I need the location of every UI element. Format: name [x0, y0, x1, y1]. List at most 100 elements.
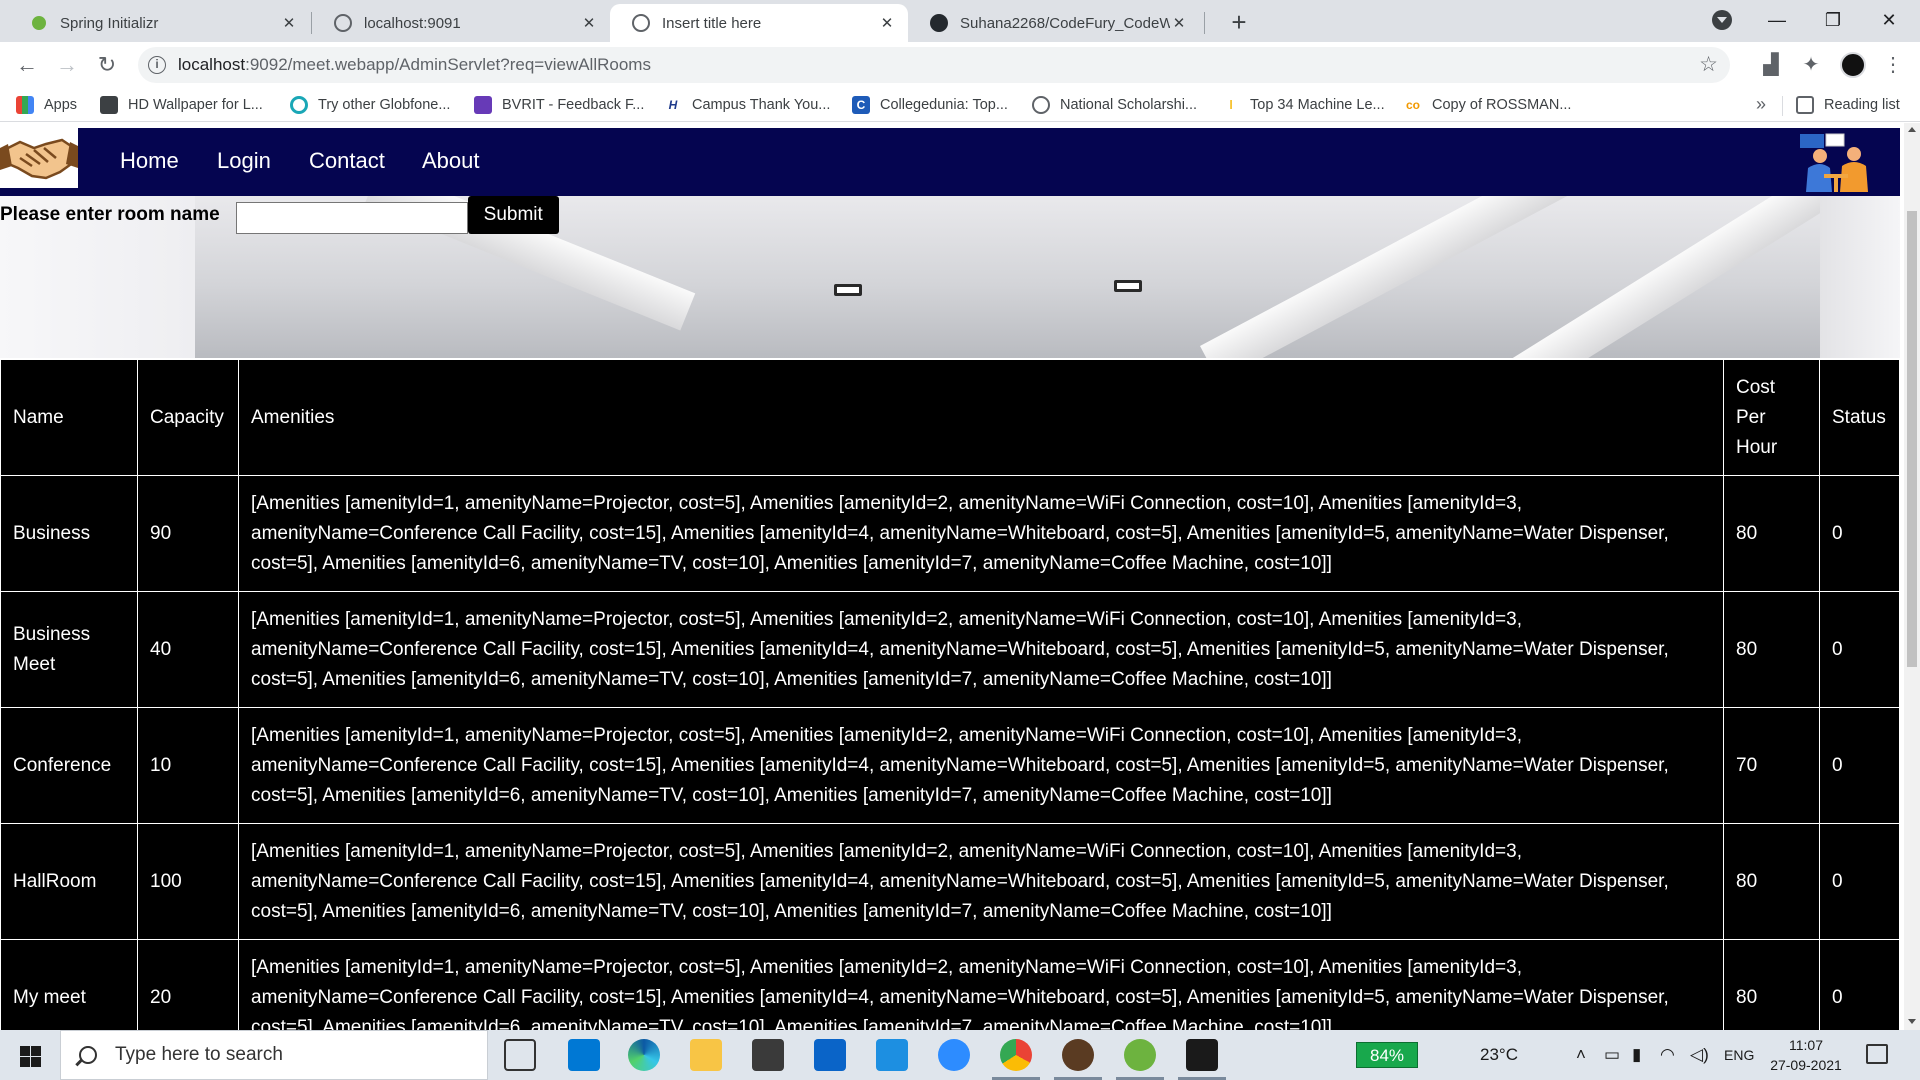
reading-list-button[interactable]: Reading list: [1796, 94, 1900, 116]
bookmark-top-34-ml[interactable]: ǀ Top 34 Machine Le...: [1222, 94, 1385, 116]
eclipse-icon[interactable]: [1054, 1039, 1102, 1080]
tab-divider: [1204, 12, 1205, 34]
tab-insert-title-here[interactable]: Insert title here ✕: [610, 4, 908, 42]
colab-icon: co: [1404, 96, 1422, 114]
reload-icon[interactable]: ↻: [92, 50, 122, 80]
header-status: Status: [1819, 359, 1900, 476]
language-indicator[interactable]: ENG: [1724, 1047, 1754, 1063]
taskbar-search-box[interactable]: Type here to search: [60, 1030, 488, 1080]
minimize-button[interactable]: —: [1746, 0, 1808, 40]
back-icon[interactable]: ←: [12, 50, 42, 80]
scroll-down-icon[interactable]: [1908, 1019, 1916, 1024]
tab-spring-initializr[interactable]: Spring Initializr ✕: [8, 4, 310, 42]
submit-button[interactable]: Submit: [467, 196, 559, 234]
cortana-icon[interactable]: [568, 1039, 600, 1071]
scroll-up-icon[interactable]: [1908, 127, 1916, 132]
bookmark-label: Copy of ROSSMAN...: [1432, 97, 1572, 113]
cell-capacity: 100: [137, 823, 239, 940]
mail-icon[interactable]: [814, 1039, 846, 1071]
menu-kebab-icon[interactable]: ⋮: [1880, 52, 1906, 78]
weather-temperature[interactable]: 23°C: [1480, 1045, 1518, 1065]
battery-indicator[interactable]: 84%: [1356, 1042, 1418, 1068]
bookmark-star-icon[interactable]: ☆: [1699, 52, 1718, 77]
tab-title: Insert title here: [662, 14, 762, 32]
device-icon[interactable]: ▭: [1604, 1045, 1620, 1065]
bookmark-label: National Scholarshi...: [1060, 97, 1198, 113]
wifi-icon[interactable]: ◠: [1660, 1045, 1675, 1065]
extensions-puzzle-icon[interactable]: ✦: [1798, 52, 1824, 78]
mysql-icon[interactable]: [1178, 1039, 1226, 1080]
bookmark-globfone[interactable]: Try other Globfone...: [290, 94, 450, 116]
windows-taskbar: Type here to search 84% 23°C ˄ ▭ ▮ ◠ ◁) …: [0, 1030, 1920, 1080]
bookmark-bvrit[interactable]: BVRIT - Feedback F...: [474, 94, 644, 116]
bookmark-hd-wallpaper[interactable]: HD Wallpaper for L...: [100, 94, 263, 116]
chrome-icon[interactable]: [992, 1039, 1040, 1080]
page-scrollbar[interactable]: [1904, 123, 1920, 1030]
close-icon[interactable]: ✕: [878, 14, 896, 32]
info-icon[interactable]: i: [148, 56, 166, 74]
bookmark-collegedunia[interactable]: C Collegedunia: Top...: [852, 94, 1008, 116]
nav-login-link[interactable]: Login: [217, 148, 271, 174]
close-icon[interactable]: ✕: [1170, 14, 1188, 32]
cell-status: 0: [1819, 591, 1900, 708]
tab-search-icon[interactable]: [1712, 10, 1732, 30]
hi-icon: H: [664, 96, 682, 114]
cell-status: 0: [1819, 475, 1900, 592]
cell-cost: 80: [1723, 475, 1820, 592]
reading-list-icon: [1796, 96, 1814, 114]
windows-start-icon[interactable]: [0, 1030, 60, 1080]
edge-icon[interactable]: [628, 1039, 660, 1071]
bookmark-campus[interactable]: H Campus Thank You...: [664, 94, 830, 116]
bookmarks-overflow-icon[interactable]: »: [1756, 94, 1766, 115]
nav-home-link[interactable]: Home: [120, 148, 179, 174]
maximize-button[interactable]: ❐: [1802, 0, 1864, 40]
globe-icon: [334, 14, 352, 32]
l-app-icon[interactable]: [876, 1039, 908, 1071]
new-tab-button[interactable]: +: [1222, 6, 1256, 40]
volume-icon[interactable]: ◁): [1690, 1045, 1709, 1065]
cell-amenities: [Amenities [amenityId=1, amenityName=Pro…: [238, 591, 1724, 708]
cell-name: Business: [0, 475, 138, 592]
meeting-people-icon: [1800, 133, 1868, 192]
ceiling-beam: [1200, 196, 1590, 358]
cell-capacity: 40: [137, 591, 239, 708]
clock-time: 11:07: [1789, 1037, 1823, 1053]
cell-amenities: [Amenities [amenityId=1, amenityName=Pro…: [238, 707, 1724, 824]
header-amenities: Amenities: [238, 359, 1724, 476]
profile-avatar[interactable]: [1840, 52, 1866, 78]
url-text[interactable]: localhost:9092/meet.webapp/AdminServlet?…: [178, 55, 651, 75]
taskbar-clock[interactable]: 11:07 27-09-2021: [1756, 1035, 1856, 1075]
close-icon[interactable]: ✕: [580, 14, 598, 32]
bookmark-apps[interactable]: Apps: [16, 94, 77, 116]
close-window-button[interactable]: ✕: [1858, 0, 1920, 40]
bookmark-label: Apps: [44, 97, 78, 113]
file-explorer-icon[interactable]: [690, 1039, 722, 1071]
scrollbar-thumb[interactable]: [1907, 211, 1917, 667]
task-view-icon[interactable]: [504, 1039, 536, 1071]
url-path: :9092/meet.webapp/AdminServlet?req=viewA…: [245, 55, 651, 74]
zoom-icon[interactable]: [938, 1039, 970, 1071]
nav-contact-link[interactable]: Contact: [309, 148, 385, 174]
nav-about-link[interactable]: About: [422, 148, 480, 174]
table-row: HallRoom 100 [Amenities [amenityId=1, am…: [0, 823, 1900, 940]
show-hidden-icons-icon[interactable]: ˄: [1576, 1045, 1586, 1065]
cell-capacity: 10: [137, 707, 239, 824]
spring-tool-icon[interactable]: [1116, 1039, 1164, 1080]
store-icon[interactable]: [752, 1039, 784, 1071]
bookmark-rossman[interactable]: co Copy of ROSSMAN...: [1404, 94, 1571, 116]
url-host: localhost: [178, 55, 246, 74]
room-name-input[interactable]: [235, 202, 468, 234]
ceiling-light: [1114, 280, 1142, 292]
forward-icon[interactable]: →: [52, 50, 82, 80]
bookmark-national-scholarship[interactable]: National Scholarshi...: [1032, 94, 1197, 116]
notification-icon[interactable]: [1866, 1044, 1888, 1064]
extension-chart-icon[interactable]: ▟: [1758, 52, 1784, 78]
cell-name: Business Meet: [0, 591, 138, 708]
ceiling-light: [834, 284, 862, 296]
close-icon[interactable]: ✕: [280, 14, 298, 32]
address-bar[interactable]: i localhost:9092/meet.webapp/AdminServle…: [138, 47, 1730, 83]
tab-github-codefury[interactable]: Suhana2268/CodeFury_CodeWar ✕: [908, 4, 1200, 42]
tab-localhost-9091[interactable]: localhost:9091 ✕: [312, 4, 610, 42]
table-row: Business Meet 40 [Amenities [amenityId=1…: [0, 591, 1900, 708]
microphone-icon[interactable]: ▮: [1632, 1045, 1641, 1065]
